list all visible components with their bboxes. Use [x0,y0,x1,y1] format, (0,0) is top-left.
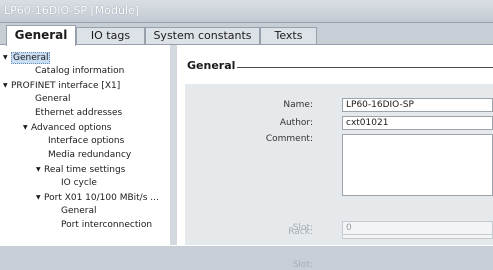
tree-item-label: PROFINET interface [X1] [11,81,121,91]
tree-item-io-cycle[interactable]: IO cycle [61,177,97,190]
tree-item-label: General [61,206,97,216]
tree-item-catalog-information[interactable]: Catalog information [35,65,124,78]
comment-label: Comment: [265,134,313,144]
tree-item-label: Port interconnection [61,220,153,230]
tree-item-label: General [35,94,71,104]
tree-item-profinet-interface[interactable]: ▼ PROFINET interface [X1] [3,79,120,92]
navigation-tree: ▼ General Catalog information ▼ PROFINET i… [0,45,171,245]
slot-field: 0 [342,221,493,235]
tree-item-label: Port X01 10/100 MBit/s ... [44,193,159,203]
comment-field[interactable] [342,134,493,196]
tree-item-advanced-options[interactable]: ▼ Advanced options [23,121,111,134]
tree-item-media-redundancy[interactable]: Media redundancy [48,149,131,162]
tree-item-ethernet-addresses[interactable]: Ethernet addresses [35,107,122,120]
tree-item-label: Ethernet addresses [35,108,123,118]
tree-item-port-interconnection[interactable]: Port interconnection [61,219,152,232]
expand-arrow-icon[interactable]: ▼ [36,191,44,204]
name-field[interactable]: LP60-16DIO-SP [342,98,493,112]
author-label: Author: [279,118,313,128]
tab-system-constants[interactable]: System constants [145,27,260,45]
author-field[interactable]: cxt01021 [342,116,493,130]
tab-io-tags[interactable]: IO tags [76,27,145,45]
window-titlebar: LP60-16DIO-SP [Module] [0,0,493,23]
expand-arrow-icon[interactable]: ▼ [3,79,11,92]
tab-bar: General IO tags System constants Texts [0,23,493,46]
tree-item-label: General [11,52,51,64]
expand-arrow-icon[interactable]: ▼ [3,51,11,64]
tree-item-interface-options[interactable]: Interface options [48,135,124,148]
tree-item-label: IO cycle [61,178,97,188]
tree-item-label: Media redundancy [48,150,132,160]
tree-item-label: Advanced options [31,123,112,133]
slot-label-visible: Slot: [292,223,313,233]
panel-splitter[interactable] [170,45,177,245]
section-divider [237,67,493,68]
tree-item-label: Real time settings [44,165,126,175]
tree-item-port-x01[interactable]: ▼ Port X01 10/100 MBit/s ... [36,191,159,204]
expand-arrow-icon[interactable]: ▼ [23,121,31,134]
tree-item-label: Catalog information [35,66,125,76]
expand-arrow-icon[interactable]: ▼ [36,163,44,176]
name-label: Name: [283,100,313,110]
tree-item-interface-general[interactable]: General [35,93,70,106]
properties-panel: General Name: LP60-16DIO-SP Author: cxt0… [177,45,493,270]
tree-item-general[interactable]: ▼ General [3,51,51,64]
window-title: LP60-16DIO-SP [Module] [4,4,140,17]
tree-item-label: Interface options [48,136,125,146]
tree-item-real-time-settings[interactable]: ▼ Real time settings [36,163,125,176]
tab-general[interactable]: General [6,25,76,46]
tree-item-port-general[interactable]: General [61,205,96,218]
slot-label: Slot: [292,260,313,270]
tab-texts[interactable]: Texts [260,27,317,45]
section-title: General [187,59,236,72]
